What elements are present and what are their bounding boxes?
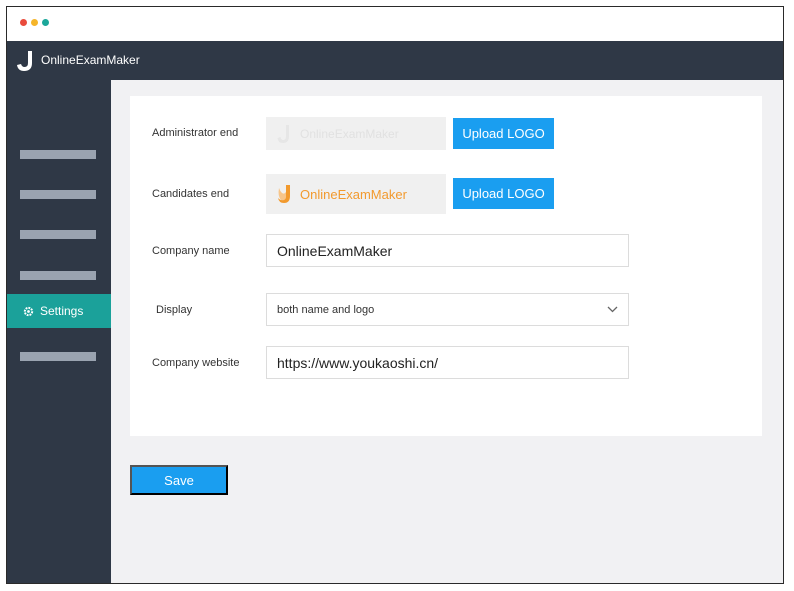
sidebar: Settings	[7, 80, 111, 583]
sidebar-item-placeholder-3[interactable]	[20, 230, 96, 239]
app-window: OnlineExamMaker Settings Administrator e…	[6, 6, 784, 584]
minimize-window-dot[interactable]	[31, 19, 38, 26]
admin-end-label: Administrator end	[152, 127, 239, 139]
company-website-value: https://www.youkaoshi.cn/	[277, 354, 439, 371]
candidates-logo-text: OnlineExamMaker	[300, 186, 407, 202]
close-window-dot[interactable]	[20, 19, 27, 26]
maximize-window-dot[interactable]	[42, 19, 49, 26]
sidebar-item-placeholder-5[interactable]	[20, 352, 96, 361]
brand-logo-icon	[17, 51, 32, 71]
save-button[interactable]: Save	[130, 465, 228, 495]
company-website-label: Company website	[152, 357, 240, 369]
admin-logo-text: OnlineExamMaker	[300, 126, 399, 141]
sidebar-item-placeholder-4[interactable]	[20, 271, 96, 280]
company-name-value: OnlineExamMaker	[277, 242, 393, 259]
sidebar-item-placeholder-2[interactable]	[20, 190, 96, 199]
candidates-upload-logo-button[interactable]: Upload LOGO	[453, 178, 554, 209]
brand-name: OnlineExamMaker	[41, 53, 140, 67]
gear-icon	[23, 306, 34, 316]
sidebar-item-placeholder-1[interactable]	[20, 150, 96, 159]
settings-panel: Administrator end OnlineExamMaker Upload…	[130, 96, 762, 436]
display-selected-value: both name and logo	[277, 303, 375, 316]
company-name-input[interactable]: OnlineExamMaker	[266, 234, 629, 267]
candidates-logo-preview: OnlineExamMaker	[266, 174, 446, 214]
sidebar-item-settings[interactable]: Settings	[7, 294, 111, 328]
candidates-end-label: Candidates end	[152, 188, 230, 200]
display-label: Display	[156, 304, 193, 316]
brand-logo-icon	[277, 124, 289, 143]
admin-upload-logo-button[interactable]: Upload LOGO	[453, 118, 554, 149]
brand-logo-icon	[278, 185, 290, 203]
window-titlebar	[7, 7, 783, 41]
sidebar-item-label: Settings	[40, 304, 84, 318]
chevron-down-icon	[607, 306, 618, 313]
display-select[interactable]: both name and logo	[266, 293, 629, 326]
company-website-input[interactable]: https://www.youkaoshi.cn/	[266, 346, 629, 379]
company-name-label: Company name	[152, 245, 230, 257]
app-header: OnlineExamMaker	[7, 41, 783, 80]
admin-logo-preview: OnlineExamMaker	[266, 117, 446, 150]
